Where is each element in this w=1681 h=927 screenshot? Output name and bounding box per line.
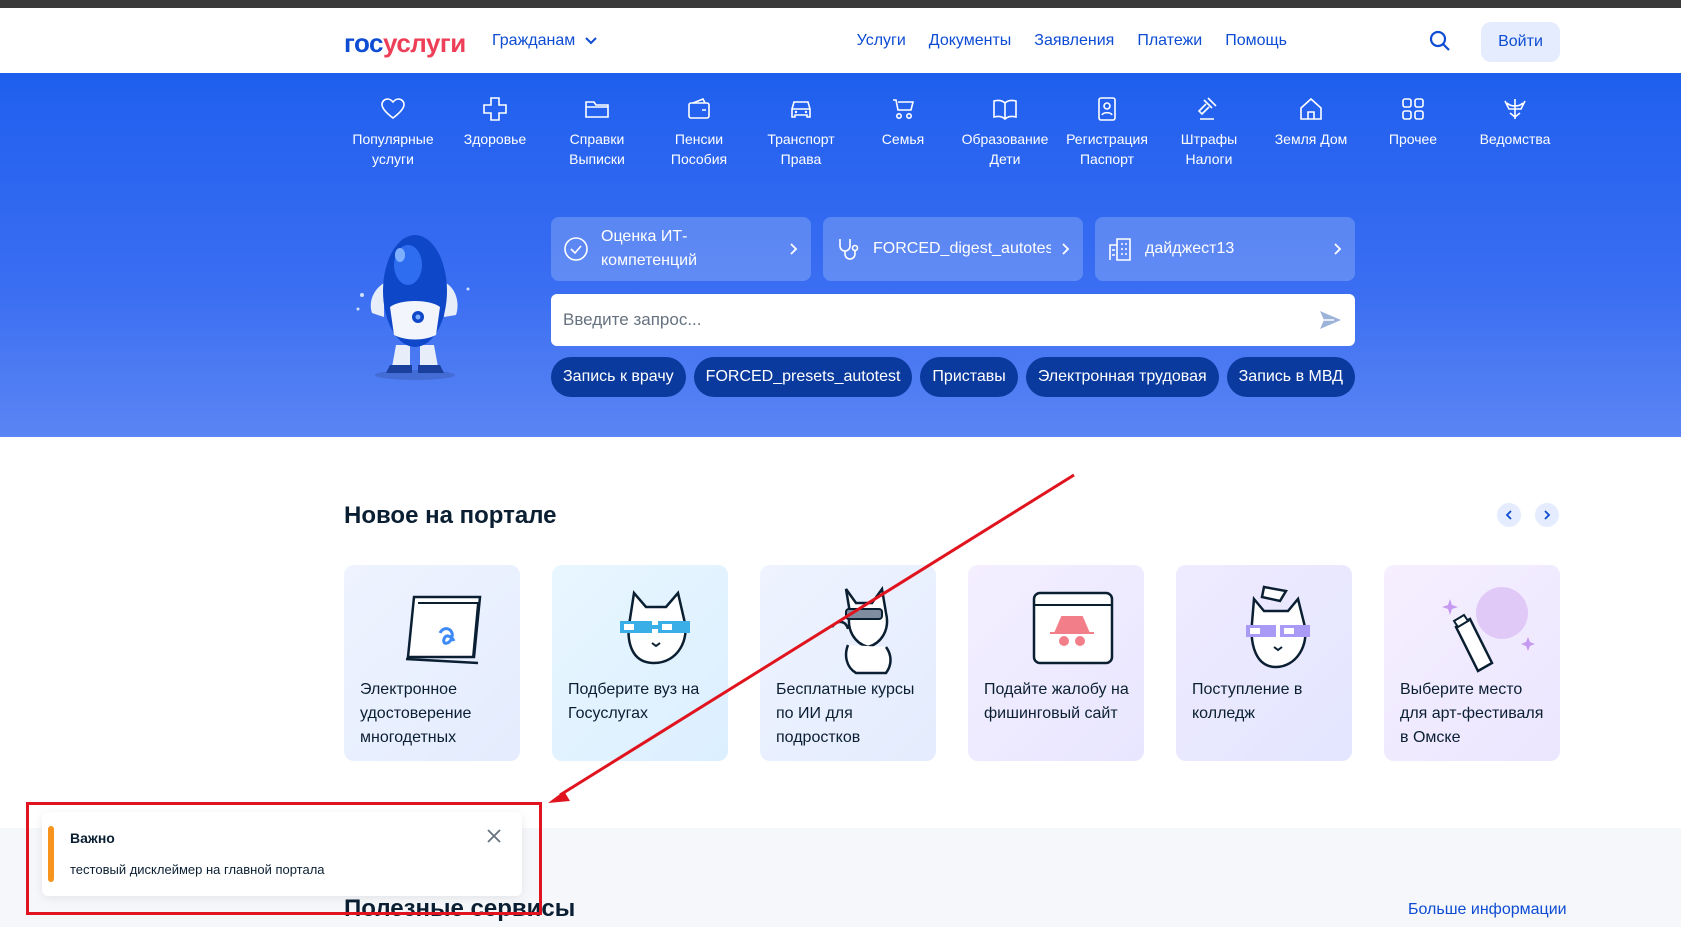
- robot-mascot: [356, 235, 470, 380]
- category-other[interactable]: Прочее: [1362, 95, 1464, 169]
- category-transport[interactable]: Транспорт Права: [750, 95, 852, 169]
- stethoscope-icon: [839, 239, 859, 260]
- carousel-prev-button[interactable]: [1497, 503, 1521, 527]
- gosuslugi-logo[interactable]: госуслуги: [344, 28, 466, 59]
- chip-e-workbook[interactable]: Электронная трудовая: [1025, 357, 1219, 397]
- important-notification: Важно тестовый дисклеймер на главной пор…: [42, 812, 522, 896]
- spray-can-illustration: [1442, 587, 1535, 673]
- quick-link-it-assessment[interactable]: Оценка ИТ-компетенций: [551, 217, 811, 281]
- phishing-site-illustration: [1032, 591, 1114, 665]
- hero-section: Популярные услуги Здоровье Справки Выпис…: [0, 73, 1681, 437]
- emblem-icon: [1504, 99, 1526, 119]
- car-icon: [791, 101, 811, 118]
- house-icon: [1300, 97, 1322, 120]
- check-circle-icon: [564, 237, 588, 261]
- news-card[interactable]: Поступление в колледж: [1176, 565, 1352, 761]
- main-nav: Услуги Документы Заявления Платежи Помощ…: [857, 32, 1287, 50]
- notification-text: тестовый дисклеймер на главной портала: [70, 862, 325, 877]
- chevron-right-icon: [790, 243, 798, 255]
- nav-payments[interactable]: Платежи: [1137, 32, 1202, 50]
- news-card[interactable]: Подберите вуз на Госуслугах: [552, 565, 728, 761]
- close-icon[interactable]: [486, 828, 502, 844]
- chip-presets-autotest[interactable]: FORCED_presets_autotest: [693, 357, 913, 397]
- category-bar: Популярные услуги Здоровье Справки Выпис…: [342, 95, 1566, 169]
- category-popular[interactable]: Популярные услуги: [342, 95, 444, 169]
- book-icon: [993, 99, 1017, 121]
- carousel-next-button[interactable]: [1535, 503, 1559, 527]
- id-card-icon: [1098, 97, 1116, 121]
- category-pensions[interactable]: Пенсии Пособия: [648, 95, 750, 169]
- category-health[interactable]: Здоровье: [444, 95, 546, 169]
- category-land[interactable]: Земля Дом: [1260, 95, 1362, 169]
- news-card[interactable]: Бесплатные курсы по ИИ для подростков: [760, 565, 936, 761]
- certificate-illustration: [405, 595, 482, 665]
- chevron-right-icon: [1334, 243, 1342, 255]
- login-button[interactable]: Войти: [1481, 22, 1560, 62]
- citizens-dropdown[interactable]: Гражданам: [492, 32, 597, 50]
- grid-icon: [1402, 98, 1424, 120]
- search-icon[interactable]: [1428, 29, 1452, 53]
- citizens-label: Гражданам: [492, 32, 576, 49]
- category-certificates[interactable]: Справки Выписки: [546, 95, 648, 169]
- news-card[interactable]: Выберите место для арт-фестиваля в Омске: [1384, 565, 1560, 761]
- useful-services-title: Полезные сервисы: [344, 895, 576, 922]
- category-registration[interactable]: Регистрация Паспорт: [1056, 95, 1158, 169]
- suggestion-chips: Запись к врачу FORCED_presets_autotest П…: [551, 357, 1356, 397]
- notification-accent-bar: [48, 826, 54, 882]
- category-education[interactable]: Образование Дети: [954, 95, 1056, 169]
- nav-services[interactable]: Услуги: [857, 32, 906, 50]
- chevron-left-icon: [1505, 510, 1512, 520]
- quick-link-digest13[interactable]: дайджест13: [1095, 217, 1355, 281]
- chevron-down-icon: [585, 37, 597, 45]
- stroller-icon: [893, 99, 915, 119]
- more-info-link[interactable]: Больше информации: [1408, 901, 1567, 919]
- browser-top-strip: [0, 0, 1681, 8]
- quick-link-digest-autotest[interactable]: FORCED_digest_autotest: [823, 217, 1083, 281]
- cat-vr-illustration: [831, 585, 892, 675]
- notification-title: Важно: [70, 830, 115, 846]
- news-section-title: Новое на портале: [344, 502, 557, 529]
- category-agencies[interactable]: Ведомства: [1464, 95, 1566, 169]
- folder-icon: [585, 101, 609, 118]
- nav-applications[interactable]: Заявления: [1034, 32, 1114, 50]
- chevron-right-icon: [1062, 243, 1070, 255]
- carousel-arrows: [1497, 503, 1559, 527]
- medical-cross-icon: [483, 97, 507, 121]
- chip-doctor-appointment[interactable]: Запись к врачу: [551, 357, 686, 397]
- heart-icon: [381, 98, 405, 120]
- cat-glasses-illustration: [620, 590, 690, 665]
- category-fines[interactable]: Штрафы Налоги: [1158, 95, 1260, 169]
- gavel-icon: [1197, 97, 1217, 120]
- chip-mvd-appointment[interactable]: Запись в МВД: [1226, 357, 1356, 397]
- graduate-cat-illustration: [1246, 585, 1310, 669]
- news-card[interactable]: Электронное удостоверение многодетных: [344, 565, 520, 761]
- site-header: госуслуги Гражданам Услуги Документы Зая…: [0, 8, 1681, 73]
- search-input[interactable]: [563, 310, 1317, 330]
- category-family[interactable]: Семья: [852, 95, 954, 169]
- news-card[interactable]: Подайте жалобу на фишинговый сайт: [968, 565, 1144, 761]
- send-icon[interactable]: [1317, 307, 1343, 333]
- news-cards: Электронное удостоверение многодетных По…: [344, 565, 1560, 761]
- nav-help[interactable]: Помощь: [1225, 32, 1287, 50]
- chevron-right-icon: [1544, 510, 1551, 520]
- chip-bailiffs[interactable]: Приставы: [920, 357, 1018, 397]
- wallet-icon: [688, 97, 710, 119]
- search-box: [551, 294, 1355, 346]
- building-icon: [1109, 238, 1131, 261]
- nav-documents[interactable]: Документы: [929, 32, 1011, 50]
